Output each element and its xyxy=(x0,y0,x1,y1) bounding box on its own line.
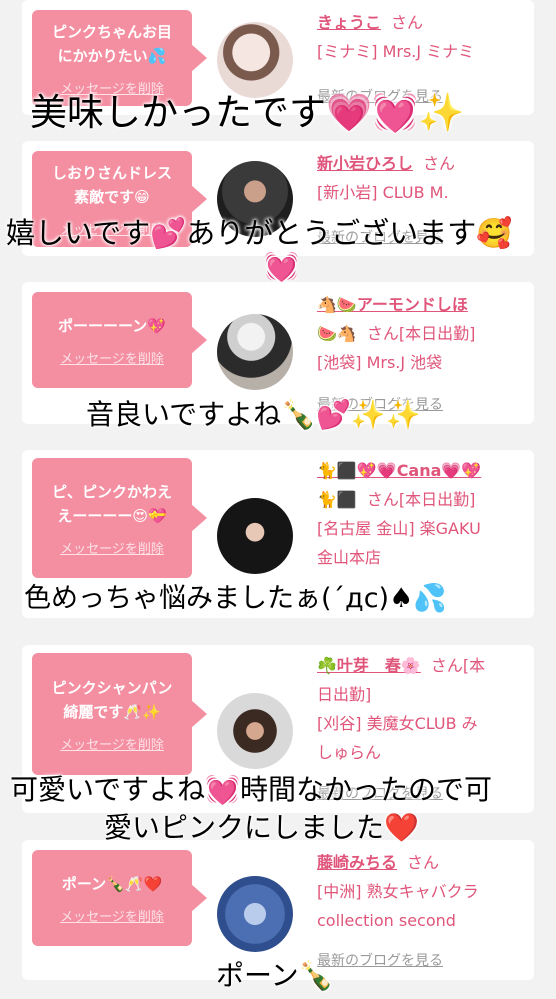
shop-name-line2: collection second xyxy=(317,911,456,930)
message-bubble: ポーン🍾🥂❤️ メッセージを削除 xyxy=(32,850,207,946)
delete-message-link[interactable]: メッセージを削除 xyxy=(60,734,164,753)
message-text: ポーーーーン💖 xyxy=(58,316,166,335)
san-label: さん xyxy=(391,13,424,32)
message-text: しおりさんドレス 素敵です😁 xyxy=(51,163,172,206)
avatar[interactable] xyxy=(217,876,293,952)
delete-message-link[interactable]: メッセージを削除 xyxy=(60,348,164,367)
status-badge: [本日出勤] xyxy=(398,490,476,509)
cast-name-link[interactable]: 🐴🍉アーモンドしほ xyxy=(317,290,529,319)
avatar[interactable] xyxy=(217,693,293,769)
overlay-caption: 💓 xyxy=(264,250,299,283)
san-label: さん xyxy=(430,656,463,675)
cast-name-link[interactable]: 新小岩ひろし xyxy=(317,154,413,173)
shop-name: [ミナミ] Mrs.J ミナミ xyxy=(317,42,475,61)
message-bubble: ポーーーーン💖 メッセージを削除 xyxy=(32,292,207,388)
message-text: ピンクシャンパン 綺麗です🥂✨ xyxy=(51,678,173,721)
shop-name: [新小岩] CLUB M. xyxy=(317,183,449,202)
san-label: さん xyxy=(407,853,440,872)
cast-name-link[interactable]: ☘️叶芽 春🌸 xyxy=(317,656,421,675)
status-badge: [本 xyxy=(462,656,486,675)
status-badge-line2: 日出勤] xyxy=(317,685,372,704)
shop-name: [中洲] 熟女キャバクラ xyxy=(317,882,479,901)
overlay-caption: 音良いですよね🍾💕✨✨ xyxy=(86,398,421,431)
san-label: さん xyxy=(366,324,399,343)
message-text: ポーン🍾🥂❤️ xyxy=(61,874,163,893)
cast-name-link[interactable]: 藤崎みちる xyxy=(317,853,397,872)
name-emoji: 🍉🐴 xyxy=(317,324,357,343)
delete-message-link[interactable]: メッセージを削除 xyxy=(60,906,164,925)
shop-name: [名古屋 金山] 楽GAKU xyxy=(317,519,481,538)
avatar[interactable] xyxy=(217,498,293,574)
overlay-caption: 嬉しいです💕ありがとうございます🥰 xyxy=(6,216,513,250)
avatar[interactable] xyxy=(217,314,293,390)
cast-name-link[interactable]: きょうこ xyxy=(317,13,381,32)
name-emoji: 🐈⬛ xyxy=(317,490,357,509)
latest-blog-link[interactable]: 最新のブログを見る xyxy=(317,950,443,970)
san-label: さん xyxy=(366,490,399,509)
shop-name-line2: しゅらん xyxy=(317,743,382,762)
overlay-caption: 色めっちゃ悩みましたぁ(´дc)♠💦 xyxy=(24,583,447,614)
status-badge: [本日出勤] xyxy=(398,324,476,343)
overlay-caption: ポーン🍾 xyxy=(216,959,334,992)
shop-name: [刈谷] 美魔女CLUB み xyxy=(317,714,478,733)
message-text: ピ、ピンクかわえ えーーーー😍💝 xyxy=(51,482,172,525)
overlay-caption: 愛いピンクにしました❤️ xyxy=(104,811,419,844)
overlay-caption: 美味しかったです💗💓✨ xyxy=(30,91,465,134)
cast-name-link[interactable]: 🐈⬛💖💗Cana💗💖 xyxy=(317,456,529,485)
shop-name: [池袋] Mrs.J 池袋 xyxy=(317,353,443,372)
message-bubble: ピンクシャンパン 綺麗です🥂✨ メッセージを削除 xyxy=(32,653,207,775)
delete-message-link[interactable]: メッセージを削除 xyxy=(60,538,164,557)
overlay-caption: 可愛いですよね💓時間なかったので可 xyxy=(10,773,493,806)
shop-name-line2: 金山本店 xyxy=(317,548,382,567)
san-label: さん xyxy=(423,154,456,173)
message-bubble: ピ、ピンクかわえ えーーーー😍💝 メッセージを削除 xyxy=(32,458,207,578)
message-text: ピンクちゃんお目 にかかりたい💦 xyxy=(51,22,172,65)
